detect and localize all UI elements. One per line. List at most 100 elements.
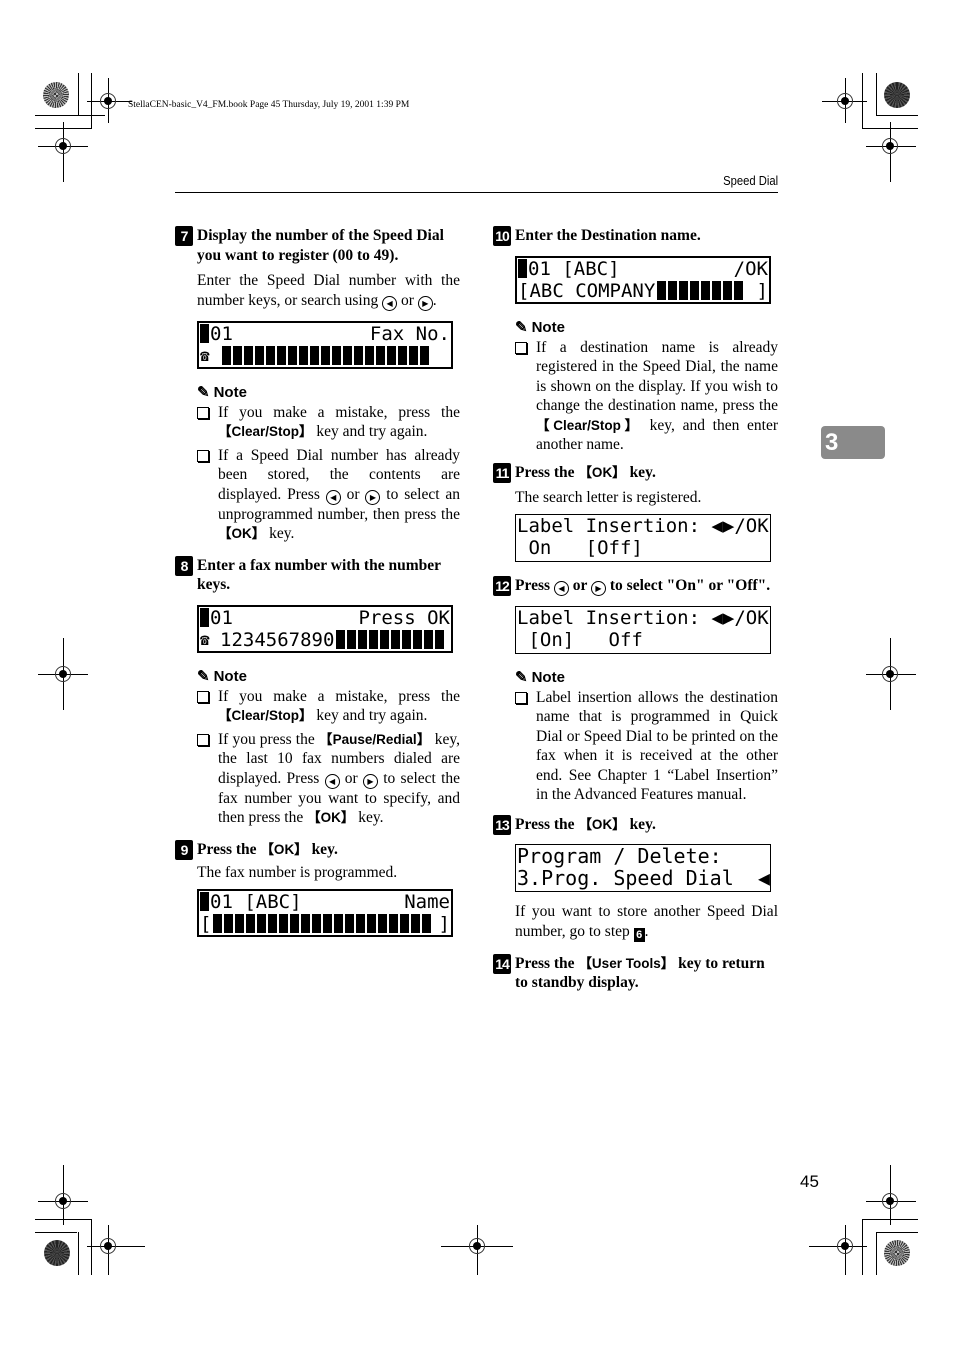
key-label: 【Clear/Stop】 xyxy=(218,708,313,723)
step-12: 12 Press ◀ or ▶ to select "On" or "Off". xyxy=(493,575,778,596)
input-blocks xyxy=(213,914,432,933)
input-block xyxy=(235,914,245,933)
key-label: 【Clear/Stop】 xyxy=(218,424,313,439)
key-label: 【OK】 xyxy=(578,464,626,480)
input-block xyxy=(310,346,319,365)
input-block xyxy=(389,914,399,933)
input-block xyxy=(345,914,355,933)
checkbox-bullet-icon xyxy=(515,691,527,704)
right-arrow-key-icon: ▶ xyxy=(365,489,381,505)
key-label: 【OK】 xyxy=(218,526,266,541)
input-block xyxy=(288,346,297,365)
left-arrow-key-icon: ◀ xyxy=(382,295,398,311)
step-number: 14 xyxy=(493,953,511,974)
input-block xyxy=(347,630,357,649)
input-block xyxy=(343,346,352,365)
cursor-block xyxy=(518,259,527,278)
note-heading: ✎ Note xyxy=(515,668,565,686)
step-body: The fax number is programmed. xyxy=(197,864,398,881)
input-block xyxy=(723,281,733,300)
step-body: Enter the Speed Dial number with the num… xyxy=(197,272,460,311)
registration-star-icon xyxy=(44,1240,70,1266)
step-body: If you want to store another Speed Dial … xyxy=(515,903,778,942)
left-arrow-key-icon: ◀ xyxy=(324,773,340,789)
checkbox-bullet-icon xyxy=(197,406,209,419)
note-item: If a destination name is already registe… xyxy=(493,338,778,455)
input-block xyxy=(213,914,223,933)
lcd-display: 01 [ABC] Name [] xyxy=(197,888,453,937)
input-block xyxy=(668,281,678,300)
page-number: 45 xyxy=(800,1172,819,1191)
input-block xyxy=(224,914,234,933)
input-block xyxy=(354,346,363,365)
input-block xyxy=(246,914,256,933)
pencil-icon: ✎ xyxy=(515,668,528,686)
checkbox-bullet-icon xyxy=(197,449,209,462)
registration-mark-icon xyxy=(882,1193,898,1209)
right-arrow-key-icon: ▶ xyxy=(362,773,378,789)
step-body: The search letter is registered. xyxy=(515,489,702,506)
step-7: 7 Display the number of the Speed Dial y… xyxy=(175,226,460,265)
step-number: 11 xyxy=(493,462,511,483)
book-file-info: StellaCEN-basic_V4_FM.book Page 45 Thurs… xyxy=(128,100,410,110)
step-11: 11 Press the 【OK】 key. xyxy=(493,462,778,483)
input-block xyxy=(398,346,407,365)
note-heading: ✎ Note xyxy=(197,667,247,685)
input-block xyxy=(690,281,700,300)
key-label: 【OK】 xyxy=(578,816,626,832)
input-block xyxy=(435,630,445,649)
phone-icon: ☎ xyxy=(200,345,210,365)
note-item: If you press the 【Pause/Redial】 key, the… xyxy=(175,730,460,828)
step-number: 7 xyxy=(175,226,193,246)
registration-mark-icon xyxy=(55,666,71,682)
step-title: Enter a fax number with the number keys. xyxy=(197,556,441,594)
registration-mark-icon xyxy=(837,1238,853,1254)
registration-mark-icon xyxy=(837,93,853,109)
step-title: Display the number of the Speed Dial you… xyxy=(197,227,444,264)
registration-mark-icon xyxy=(55,1193,71,1209)
cursor-block xyxy=(200,608,209,627)
input-block xyxy=(299,346,308,365)
lcd-display: 01 [ABC]/OK [ABC COMPANY] xyxy=(515,255,771,304)
step-13: 13 Press the 【OK】 key. xyxy=(493,814,778,835)
registration-mark-icon xyxy=(882,138,898,154)
input-block xyxy=(358,630,368,649)
input-block xyxy=(301,914,311,933)
key-label: 【Pause/Redial】 xyxy=(318,731,431,747)
registration-mark-icon xyxy=(882,666,898,682)
lcd-display: Program / Delete: 3.Prog. Speed Dial ◀▶ xyxy=(515,844,771,892)
section-title: Speed Dial xyxy=(722,174,778,188)
registration-star-icon xyxy=(43,82,69,108)
pencil-icon: ✎ xyxy=(515,318,528,336)
lcd-display: 01 Press OK ☎ 1234567890 xyxy=(197,604,453,653)
input-block xyxy=(323,914,333,933)
registration-mark-icon xyxy=(55,138,71,154)
input-block xyxy=(402,630,412,649)
input-blocks xyxy=(657,281,744,300)
registration-mark-icon xyxy=(100,1238,116,1254)
input-block xyxy=(734,281,744,300)
step-10: 10 Enter the Destination name. xyxy=(493,226,778,246)
input-block xyxy=(424,630,434,649)
input-block xyxy=(257,914,267,933)
input-block xyxy=(413,630,423,649)
input-block xyxy=(268,914,278,933)
key-label: 【User Tools】 xyxy=(578,955,675,971)
registration-mark-icon xyxy=(469,1238,485,1254)
step-reference: 6 xyxy=(633,927,645,942)
pencil-icon: ✎ xyxy=(197,667,210,685)
input-block xyxy=(701,281,711,300)
note-item: If you make a mistake, press the 【Clear/… xyxy=(175,687,460,726)
page-header: Speed Dial xyxy=(175,174,778,193)
input-block xyxy=(356,914,366,933)
key-label: 【Clear/Stop】 xyxy=(536,417,642,433)
lcd-display: Label Insertion: ◀▶/OK On [Off] xyxy=(515,513,771,562)
input-block xyxy=(233,346,242,365)
registration-star-icon xyxy=(884,82,910,108)
cursor-block xyxy=(200,892,209,911)
input-block xyxy=(376,346,385,365)
input-block xyxy=(387,346,396,365)
input-block xyxy=(277,346,286,365)
lcd-display: 01 Fax No. ☎ xyxy=(197,320,453,369)
input-blocks xyxy=(336,630,445,649)
